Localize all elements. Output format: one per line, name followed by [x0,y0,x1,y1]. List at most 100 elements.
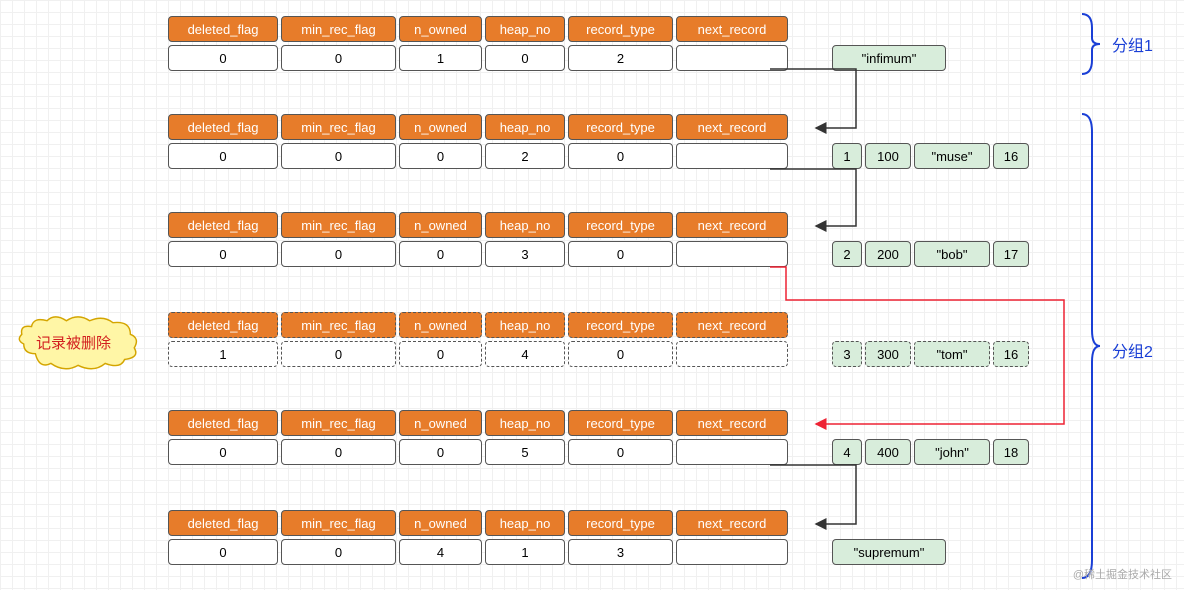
header-min_rec_flag: min_rec_flag [281,114,396,140]
footer-credit: @稀土掘金技术社区 [1073,566,1172,582]
header-next_record: next_record [676,312,788,338]
value-n_owned: 1 [399,45,482,71]
header-n_owned: n_owned [399,114,482,140]
header-deleted_flag: deleted_flag [168,312,278,338]
header-min_rec_flag: min_rec_flag [281,510,396,536]
header-heap_no: heap_no [485,212,565,238]
value-min_rec_flag: 0 [281,341,396,367]
value-min_rec_flag: 0 [281,45,396,71]
value-n_owned: 0 [399,439,482,465]
value-record_type: 0 [568,143,673,169]
value-n_owned: 0 [399,241,482,267]
value-deleted_flag: 1 [168,341,278,367]
value-heap_no: 1 [485,539,565,565]
value-deleted_flag: 0 [168,45,278,71]
data-cell-3: 17 [993,241,1029,267]
brace-group1 [1078,12,1106,76]
data-row-5: "supremum" [832,539,946,565]
header-n_owned: n_owned [399,410,482,436]
brace-group2 [1078,112,1106,580]
header-n_owned: n_owned [399,212,482,238]
value-deleted_flag: 0 [168,539,278,565]
header-heap_no: heap_no [485,510,565,536]
value-min_rec_flag: 0 [281,241,396,267]
data-cell-2: "bob" [914,241,990,267]
header-deleted_flag: deleted_flag [168,212,278,238]
value-heap_no: 0 [485,45,565,71]
value-next_record [676,241,788,267]
record-5: deleted_flagmin_rec_flagn_ownedheap_nore… [168,510,788,565]
record-1: deleted_flagmin_rec_flagn_ownedheap_nore… [168,114,788,169]
value-heap_no: 3 [485,241,565,267]
value-record_type: 0 [568,439,673,465]
header-record_type: record_type [568,212,673,238]
value-next_record [676,539,788,565]
value-min_rec_flag: 0 [281,539,396,565]
data-cell-2: "john" [914,439,990,465]
data-cell-0: 1 [832,143,862,169]
group1-label: 分组1 [1112,32,1153,56]
data-cell-2: "tom" [914,341,990,367]
data-row-2: 2200"bob"17 [832,241,1029,267]
group2-label: 分组2 [1112,338,1153,362]
data-row-4: 4400"john"18 [832,439,1029,465]
header-record_type: record_type [568,312,673,338]
header-min_rec_flag: min_rec_flag [281,312,396,338]
value-record_type: 2 [568,45,673,71]
value-heap_no: 2 [485,143,565,169]
header-n_owned: n_owned [399,312,482,338]
value-record_type: 0 [568,241,673,267]
data-cell: "supremum" [832,539,946,565]
header-record_type: record_type [568,16,673,42]
data-cell-3: 16 [993,341,1029,367]
header-next_record: next_record [676,114,788,140]
record-4: deleted_flagmin_rec_flagn_ownedheap_nore… [168,410,788,465]
data-row-3: 3300"tom"16 [832,341,1029,367]
header-heap_no: heap_no [485,114,565,140]
header-heap_no: heap_no [485,312,565,338]
value-n_owned: 0 [399,143,482,169]
header-record_type: record_type [568,114,673,140]
data-cell-1: 100 [865,143,911,169]
record-0: deleted_flagmin_rec_flagn_ownedheap_nore… [168,16,788,71]
data-cell-3: 16 [993,143,1029,169]
data-row-0: "infimum" [832,45,946,71]
value-deleted_flag: 0 [168,241,278,267]
value-heap_no: 5 [485,439,565,465]
data-cell: "infimum" [832,45,946,71]
value-n_owned: 4 [399,539,482,565]
header-heap_no: heap_no [485,16,565,42]
data-cell-3: 18 [993,439,1029,465]
value-min_rec_flag: 0 [281,143,396,169]
value-min_rec_flag: 0 [281,439,396,465]
header-min_rec_flag: min_rec_flag [281,212,396,238]
value-record_type: 3 [568,539,673,565]
header-n_owned: n_owned [399,16,482,42]
data-cell-2: "muse" [914,143,990,169]
value-next_record [676,143,788,169]
data-cell-0: 3 [832,341,862,367]
value-heap_no: 4 [485,341,565,367]
connector-arrows [0,0,1184,590]
record-2: deleted_flagmin_rec_flagn_ownedheap_nore… [168,212,788,267]
data-cell-1: 200 [865,241,911,267]
value-deleted_flag: 0 [168,439,278,465]
header-min_rec_flag: min_rec_flag [281,16,396,42]
callout-text: 记录被删除 [36,332,111,353]
header-next_record: next_record [676,510,788,536]
header-record_type: record_type [568,410,673,436]
header-heap_no: heap_no [485,410,565,436]
data-cell-1: 400 [865,439,911,465]
data-cell-1: 300 [865,341,911,367]
header-deleted_flag: deleted_flag [168,16,278,42]
header-deleted_flag: deleted_flag [168,114,278,140]
header-record_type: record_type [568,510,673,536]
header-next_record: next_record [676,212,788,238]
record-3: deleted_flagmin_rec_flagn_ownedheap_nore… [168,312,788,367]
value-n_owned: 0 [399,341,482,367]
header-deleted_flag: deleted_flag [168,410,278,436]
header-min_rec_flag: min_rec_flag [281,410,396,436]
value-next_record [676,439,788,465]
data-cell-0: 4 [832,439,862,465]
header-next_record: next_record [676,410,788,436]
